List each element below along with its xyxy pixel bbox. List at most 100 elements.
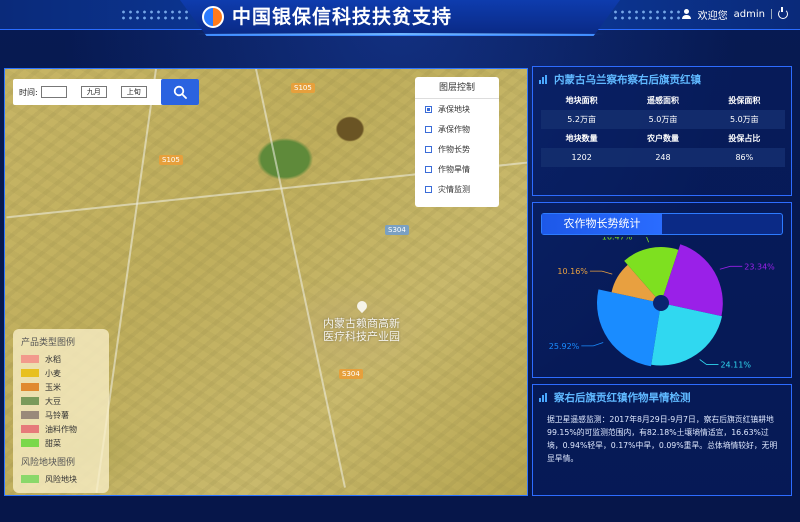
- divider: [771, 9, 772, 19]
- page-title: 中国银保信科技扶贫支持: [232, 6, 453, 28]
- table-cell: 5.0万亩: [622, 110, 704, 129]
- stats-panel-title-text: 内蒙古乌兰察布察右后旗贡红镇: [554, 73, 701, 86]
- year-input[interactable]: [40, 86, 67, 98]
- period-select[interactable]: 上旬: [120, 86, 147, 98]
- legend-swatch: [21, 397, 39, 405]
- road-tag: S304: [339, 369, 363, 379]
- table-header-cell: 农户数量: [646, 134, 679, 143]
- layer-list: 承保地块承保作物作物长势作物旱情灾情监测: [415, 99, 499, 199]
- layer-checkbox[interactable]: [425, 165, 432, 173]
- legend-item: 马铃薯: [21, 408, 101, 422]
- layer-item-label: 承保地块: [438, 104, 470, 114]
- legend-swatch: [21, 369, 39, 377]
- layer-item[interactable]: 承保地块: [415, 99, 499, 119]
- rose-data-label: 10.16%: [557, 267, 588, 276]
- tab-crop-growth[interactable]: 农作物长势统计: [542, 214, 662, 234]
- layer-item[interactable]: 作物旱情: [415, 159, 499, 179]
- rose-label-line: [699, 359, 719, 365]
- legend-swatch: [21, 383, 39, 391]
- legend-item: 油料作物: [21, 422, 101, 436]
- legend-swatch: [21, 425, 39, 433]
- legend-label: 马铃薯: [45, 410, 69, 420]
- rose-label-line: [646, 237, 650, 243]
- header: 中国银保信科技扶贫支持 欢迎您 admin: [0, 0, 800, 44]
- rose-data-label: 16.47%: [602, 237, 633, 241]
- risk-legend-list: 风险地块: [21, 472, 101, 486]
- layer-checkbox[interactable]: [425, 105, 432, 113]
- month-select[interactable]: 九月: [80, 86, 107, 98]
- growth-chart-panel: 农作物长势统计 25.92% 10.16% 16.47% 23.34% 24.11%: [532, 202, 792, 378]
- legend-swatch: [21, 355, 39, 363]
- table-cell: 5.0万亩: [703, 110, 785, 129]
- welcome-text: 欢迎您: [697, 10, 728, 22]
- table-cell: 248: [622, 148, 704, 167]
- drought-panel-title: 察右后旗贡红镇作物旱情检测: [533, 385, 791, 409]
- chart-tab-bar: 农作物长势统计: [541, 213, 783, 235]
- road-tag: S105: [291, 83, 315, 93]
- layer-item[interactable]: 承保作物: [415, 119, 499, 139]
- road-tag: S304: [385, 225, 409, 235]
- place-label-line: 内蒙古赖商高新: [323, 317, 400, 330]
- bar-chart-icon: [539, 392, 549, 402]
- table-header-cell: 投保面积: [728, 96, 761, 105]
- table-cell: 1202: [541, 148, 623, 167]
- risk-legend-title: 风险地块图例: [21, 458, 76, 468]
- legend-label: 风险地块: [45, 474, 77, 484]
- table-cell: 86%: [703, 148, 785, 167]
- header-decoration-left: [120, 9, 190, 21]
- rose-center: [653, 295, 669, 311]
- search-icon: [173, 85, 187, 99]
- stats-panel: 内蒙古乌兰察布察右后旗贡红镇 地块面积 遥感面积 投保面积 5.2万亩 5.0万…: [532, 66, 792, 196]
- legend-swatch: [21, 475, 39, 483]
- place-label: 内蒙古赖商高新 医疗科技产业园: [323, 317, 400, 343]
- map-legend: 产品类型图例 水稻小麦玉米大豆马铃薯油料作物甜菜 风险地块图例 风险地块: [13, 329, 109, 493]
- legend-item: 大豆: [21, 394, 101, 408]
- table-cell: 5.2万亩: [541, 110, 623, 129]
- title-underline: [196, 33, 604, 35]
- table-row: 地块面积 遥感面积 投保面积: [541, 91, 785, 110]
- layer-item[interactable]: 作物长势: [415, 139, 499, 159]
- legend-swatch: [21, 411, 39, 419]
- crop-growth-rose-chart: 25.92% 10.16% 16.47% 23.34% 24.11%: [549, 237, 775, 369]
- drought-panel-title-text: 察右后旗贡红镇作物旱情检测: [554, 391, 691, 404]
- stats-table: 地块面积 遥感面积 投保面积 5.2万亩 5.0万亩 5.0万亩 地块数量 农户…: [541, 91, 785, 167]
- legend-label: 玉米: [45, 382, 61, 392]
- legend-label: 甜菜: [45, 438, 61, 448]
- layer-control-panel: 图层控制 承保地块 承保作物 作物长势 作物旱情 灾情监测: [415, 77, 499, 207]
- layer-item-label: 作物长势: [438, 144, 470, 154]
- product-legend-title: 产品类型图例: [21, 338, 76, 348]
- layer-checkbox[interactable]: [425, 125, 432, 133]
- road-tag: S105: [159, 155, 183, 165]
- table-header-cell: 地块数量: [565, 134, 598, 143]
- drought-report-text: 据卫星遥感监测：2017年8月29日-9月7日，察右后旗贡红镇耕地99.15%的…: [547, 415, 778, 463]
- legend-label: 水稻: [45, 354, 61, 364]
- table-row: 5.2万亩 5.0万亩 5.0万亩: [541, 110, 785, 129]
- username[interactable]: admin: [734, 9, 765, 20]
- time-label: 时间:: [19, 87, 38, 97]
- product-legend-list: 水稻小麦玉米大豆马铃薯油料作物甜菜: [21, 352, 101, 450]
- table-header-cell: 投保占比: [728, 134, 761, 143]
- place-label-line: 医疗科技产业园: [323, 330, 400, 343]
- user-icon: [682, 9, 692, 19]
- rose-data-label: 23.34%: [744, 262, 775, 271]
- table-header-cell: 遥感面积: [646, 96, 679, 105]
- brand-logo: [202, 6, 224, 28]
- legend-label: 油料作物: [45, 424, 77, 434]
- layer-checkbox[interactable]: [425, 185, 432, 193]
- rose-label-line: [581, 342, 604, 347]
- search-button[interactable]: [161, 79, 199, 105]
- table-row: 地块数量 农户数量 投保占比: [541, 129, 785, 148]
- map-panel: S105 S105 S304 S304 内蒙古赖商高新 医疗科技产业园 时间: …: [4, 68, 528, 496]
- rose-data-label: 24.11%: [720, 360, 751, 369]
- rose-label-line: [589, 270, 613, 275]
- logout-icon[interactable]: [778, 7, 788, 19]
- legend-item: 小麦: [21, 366, 101, 380]
- layer-checkbox[interactable]: [425, 145, 432, 153]
- drought-panel: 察右后旗贡红镇作物旱情检测 据卫星遥感监测：2017年8月29日-9月7日，察右…: [532, 384, 792, 496]
- layer-item-label: 作物旱情: [438, 164, 470, 174]
- legend-item: 水稻: [21, 352, 101, 366]
- layer-item[interactable]: 灾情监测: [415, 179, 499, 199]
- legend-swatch: [21, 439, 39, 447]
- legend-item: 风险地块: [21, 472, 101, 486]
- user-area: 欢迎您 admin: [682, 6, 788, 22]
